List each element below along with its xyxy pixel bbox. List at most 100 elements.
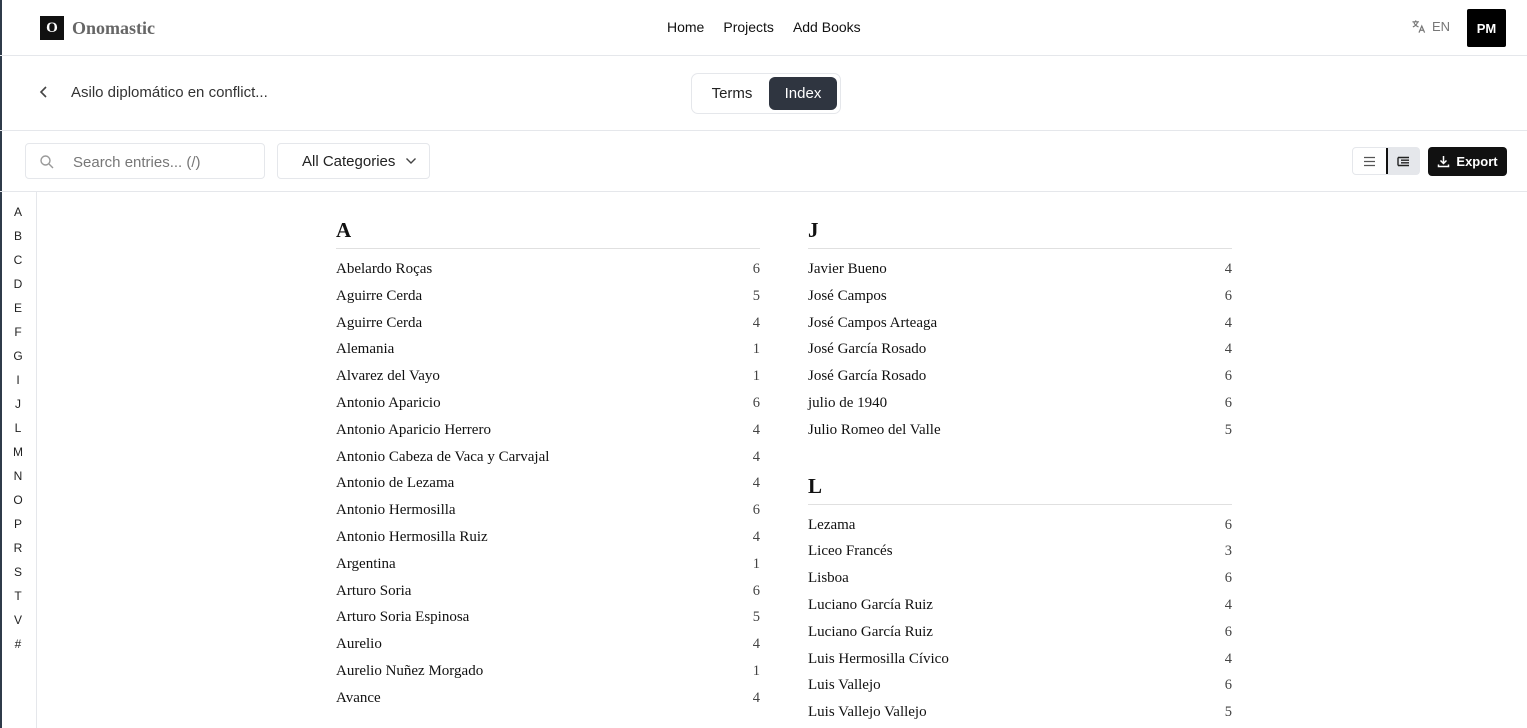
index-entry[interactable]: Antonio de Lezama 4 <box>336 475 760 502</box>
index-entry[interactable]: Arturo Soria Espinosa 5 <box>336 609 760 636</box>
alphabet-letter[interactable]: N <box>0 469 36 483</box>
columns-view-button[interactable] <box>1386 148 1419 174</box>
export-button[interactable]: Export <box>1428 147 1507 176</box>
category-select[interactable]: All Categories <box>277 143 430 179</box>
search-icon <box>40 155 54 169</box>
index-entry[interactable]: Javier Bueno 4 <box>808 261 1232 288</box>
index-entry[interactable]: Lisboa 6 <box>808 570 1232 597</box>
book-header: Asilo diplomático en conflict... Terms I… <box>0 56 1527 131</box>
language-switcher[interactable]: EN <box>1411 19 1450 34</box>
alphabet-letter[interactable]: S <box>0 565 36 579</box>
entry-name: Aurelio Nuñez Morgado <box>336 662 484 679</box>
back-button[interactable] <box>36 83 52 101</box>
alphabet-letter[interactable]: F <box>0 325 36 339</box>
entry-count: 4 <box>1224 650 1232 667</box>
alphabet-letter[interactable]: V <box>0 613 36 627</box>
index-entry[interactable]: Alemania 1 <box>336 341 760 368</box>
entry-count: 5 <box>752 609 760 626</box>
index-entry[interactable]: Antonio Hermosilla Ruiz 4 <box>336 529 760 556</box>
alphabet-letter[interactable]: L <box>0 421 36 435</box>
alphabet-letter[interactable]: G <box>0 349 36 363</box>
entry-name: Arturo Soria Espinosa <box>336 609 470 626</box>
index-entry[interactable]: Aurelio Nuñez Morgado 1 <box>336 663 760 690</box>
alphabet-letter[interactable]: A <box>0 205 36 219</box>
entry-count: 4 <box>752 475 760 492</box>
index-entry[interactable]: José Campos Arteaga 4 <box>808 315 1232 342</box>
entry-name: Lezama <box>808 516 856 533</box>
index-entry[interactable]: Antonio Aparicio 6 <box>336 395 760 422</box>
entry-count: 1 <box>752 555 760 572</box>
nav-home[interactable]: Home <box>667 19 704 35</box>
entry-name: Javier Bueno <box>808 261 887 277</box>
entry-count: 4 <box>752 636 760 653</box>
entry-name: Aurelio <box>336 636 382 653</box>
alphabet-letter[interactable]: M <box>0 445 36 459</box>
index-entry[interactable]: José García Rosado 4 <box>808 341 1232 368</box>
entry-count: 1 <box>752 368 760 385</box>
entry-count: 4 <box>752 528 760 545</box>
index-entry[interactable]: José Campos 6 <box>808 288 1232 315</box>
alphabet-letter[interactable]: E <box>0 301 36 315</box>
tab-index[interactable]: Index <box>769 77 837 110</box>
alphabet-letter[interactable]: J <box>0 397 36 411</box>
index-toolbar: All Categories Export <box>0 131 1527 192</box>
entry-count: 4 <box>1224 341 1232 358</box>
index-entry[interactable]: Julio Romeo del Valle 5 <box>808 422 1232 449</box>
alphabet-letter[interactable]: # <box>0 637 36 651</box>
index-entry[interactable]: Antonio Cabeza de Vaca y Carvajal 4 <box>336 449 760 476</box>
entry-name: Antonio Hermosilla <box>336 502 456 519</box>
index-entry[interactable]: Antonio Aparicio Herrero 4 <box>336 422 760 449</box>
chevron-left-icon <box>39 86 47 98</box>
alphabet-letter[interactable]: D <box>0 277 36 291</box>
entry-name: Lisboa <box>808 570 849 587</box>
entry-name: Antonio Aparicio Herrero <box>336 421 491 438</box>
brand-logo[interactable]: O Onomastic <box>40 16 155 40</box>
alphabet-letter[interactable]: I <box>0 373 36 387</box>
index-entry[interactable]: Luciano García Ruiz 4 <box>808 597 1232 624</box>
alphabet-letter[interactable]: R <box>0 541 36 555</box>
index-entry[interactable]: Arturo Soria 6 <box>336 583 760 610</box>
nav-projects[interactable]: Projects <box>723 19 774 35</box>
index-entry[interactable]: Aurelio 4 <box>336 636 760 663</box>
alphabet-letter[interactable]: O <box>0 493 36 507</box>
entry-name: Argentina <box>336 555 396 572</box>
index-entry[interactable]: Antonio Hermosilla 6 <box>336 502 760 529</box>
entry-count: 6 <box>1224 394 1232 411</box>
index-entry[interactable]: Lezama 6 <box>808 517 1232 544</box>
search-input[interactable] <box>73 150 258 174</box>
section-letter-heading: A <box>336 218 760 249</box>
index-entry[interactable]: José García Rosado 6 <box>808 368 1232 395</box>
index-entry[interactable]: Aguirre Cerda 5 <box>336 288 760 315</box>
tab-terms[interactable]: Terms <box>695 77 769 110</box>
user-avatar[interactable]: PM <box>1467 9 1506 47</box>
entry-count: 6 <box>752 261 760 277</box>
main-nav: Home Projects Add Books <box>667 19 880 35</box>
index-entry[interactable]: Luciano García Ruiz 6 <box>808 624 1232 651</box>
index-entry[interactable]: Luis Hermosilla Cívico 4 <box>808 651 1232 678</box>
alphabet-letter[interactable]: P <box>0 517 36 531</box>
index-entry[interactable]: Luis Vallejo 6 <box>808 677 1232 704</box>
index-entry[interactable]: Argentina 1 <box>336 556 760 583</box>
entry-count: 4 <box>752 421 760 438</box>
index-entry[interactable]: Liceo Francés 3 <box>808 543 1232 570</box>
entry-name: Alvarez del Vayo <box>336 368 440 385</box>
alphabet-letter[interactable]: C <box>0 253 36 267</box>
export-label: Export <box>1456 154 1498 169</box>
entry-count: 6 <box>752 394 760 411</box>
entry-name: Aguirre Cerda <box>336 287 423 304</box>
chevron-down-icon <box>406 158 417 164</box>
entry-count: 5 <box>1224 421 1232 438</box>
list-view-button[interactable] <box>1353 148 1386 174</box>
alphabet-letter[interactable]: B <box>0 229 36 243</box>
index-entry[interactable]: julio de 1940 6 <box>808 395 1232 422</box>
entry-count: 4 <box>1224 314 1232 331</box>
index-entry[interactable]: Aguirre Cerda 4 <box>336 315 760 342</box>
index-entry[interactable]: Abelardo Roças 6 <box>336 261 760 288</box>
nav-add-books[interactable]: Add Books <box>793 19 861 35</box>
entry-name: Antonio Aparicio <box>336 394 441 411</box>
index-entry[interactable]: Alvarez del Vayo 1 <box>336 368 760 395</box>
alphabet-letter[interactable]: T <box>0 589 36 603</box>
index-entry[interactable]: Avance 4 <box>336 690 760 717</box>
index-entry[interactable]: Luis Vallejo Vallejo 5 <box>808 704 1232 728</box>
entry-count: 4 <box>752 448 760 465</box>
